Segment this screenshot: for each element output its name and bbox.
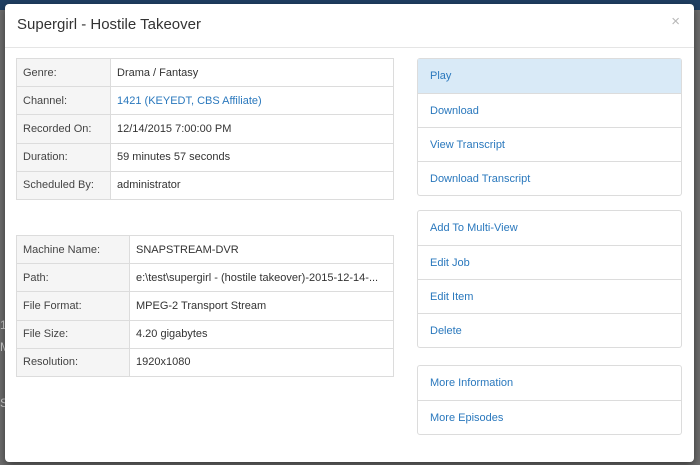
file-details-table: Machine Name: SNAPSTREAM-DVR Path: e:\te… — [16, 234, 394, 377]
machine-name-value: SNAPSTREAM-DVR — [129, 234, 394, 265]
duration-label: Duration: — [16, 142, 111, 172]
channel-label: Channel: — [16, 86, 111, 116]
channel-link[interactable]: 1421 (KEYEDT, CBS Affiliate) — [117, 95, 262, 107]
scheduled-by-value: administrator — [110, 170, 394, 200]
path-value: e:\test\supergirl - (hostile takeover)-2… — [129, 263, 394, 293]
manage-actions-list: Add To Multi-View Edit Job Edit Item Del… — [417, 210, 682, 348]
more-actions-list: More Information More Episodes — [417, 365, 682, 435]
duration-value: 59 minutes 57 seconds — [110, 142, 394, 172]
table-row: Scheduled By: administrator — [16, 170, 394, 200]
table-row: Machine Name: SNAPSTREAM-DVR — [16, 234, 394, 265]
machine-name-label: Machine Name: — [16, 234, 130, 265]
table-row: Recorded On: 12/14/2015 7:00:00 PM — [16, 114, 394, 144]
recording-details-table: Genre: Drama / Fantasy Channel: 1421 (KE… — [16, 57, 394, 200]
recording-details-modal: Supergirl - Hostile Takeover × Genre: Dr… — [5, 4, 694, 462]
file-size-label: File Size: — [16, 319, 130, 349]
scheduled-by-label: Scheduled By: — [16, 170, 111, 200]
table-row: Resolution: 1920x1080 — [16, 347, 394, 377]
close-icon[interactable]: × — [671, 14, 680, 29]
table-row: Duration: 59 minutes 57 seconds — [16, 142, 394, 172]
genre-label: Genre: — [16, 57, 111, 88]
table-row: Genre: Drama / Fantasy — [16, 57, 394, 88]
resolution-label: Resolution: — [16, 347, 130, 377]
recorded-on-label: Recorded On: — [16, 114, 111, 144]
path-label: Path: — [16, 263, 130, 293]
recorded-on-value: 12/14/2015 7:00:00 PM — [110, 114, 394, 144]
table-row: File Size: 4.20 gigabytes — [16, 319, 394, 349]
modal-header: Supergirl - Hostile Takeover × — [5, 4, 694, 48]
delete-action[interactable]: Delete — [418, 313, 681, 347]
file-format-label: File Format: — [16, 291, 130, 321]
file-size-value: 4.20 gigabytes — [129, 319, 394, 349]
table-row: Path: e:\test\supergirl - (hostile takeo… — [16, 263, 394, 293]
playback-actions-list: Play Download View Transcript Download T… — [417, 58, 682, 196]
edit-job-action[interactable]: Edit Job — [418, 245, 681, 279]
channel-cell: 1421 (KEYEDT, CBS Affiliate) — [110, 86, 394, 116]
more-episodes-action[interactable]: More Episodes — [418, 400, 681, 434]
genre-value: Drama / Fantasy — [110, 57, 394, 88]
play-action[interactable]: Play — [418, 59, 681, 93]
download-transcript-action[interactable]: Download Transcript — [418, 161, 681, 195]
edit-item-action[interactable]: Edit Item — [418, 279, 681, 313]
resolution-value: 1920x1080 — [129, 347, 394, 377]
view-transcript-action[interactable]: View Transcript — [418, 127, 681, 161]
more-information-action[interactable]: More Information — [418, 366, 681, 400]
download-action[interactable]: Download — [418, 93, 681, 127]
table-row: File Format: MPEG-2 Transport Stream — [16, 291, 394, 321]
add-to-multi-view-action[interactable]: Add To Multi-View — [418, 211, 681, 245]
table-row: Channel: 1421 (KEYEDT, CBS Affiliate) — [16, 86, 394, 116]
modal-title: Supergirl - Hostile Takeover — [17, 16, 201, 33]
file-format-value: MPEG-2 Transport Stream — [129, 291, 394, 321]
